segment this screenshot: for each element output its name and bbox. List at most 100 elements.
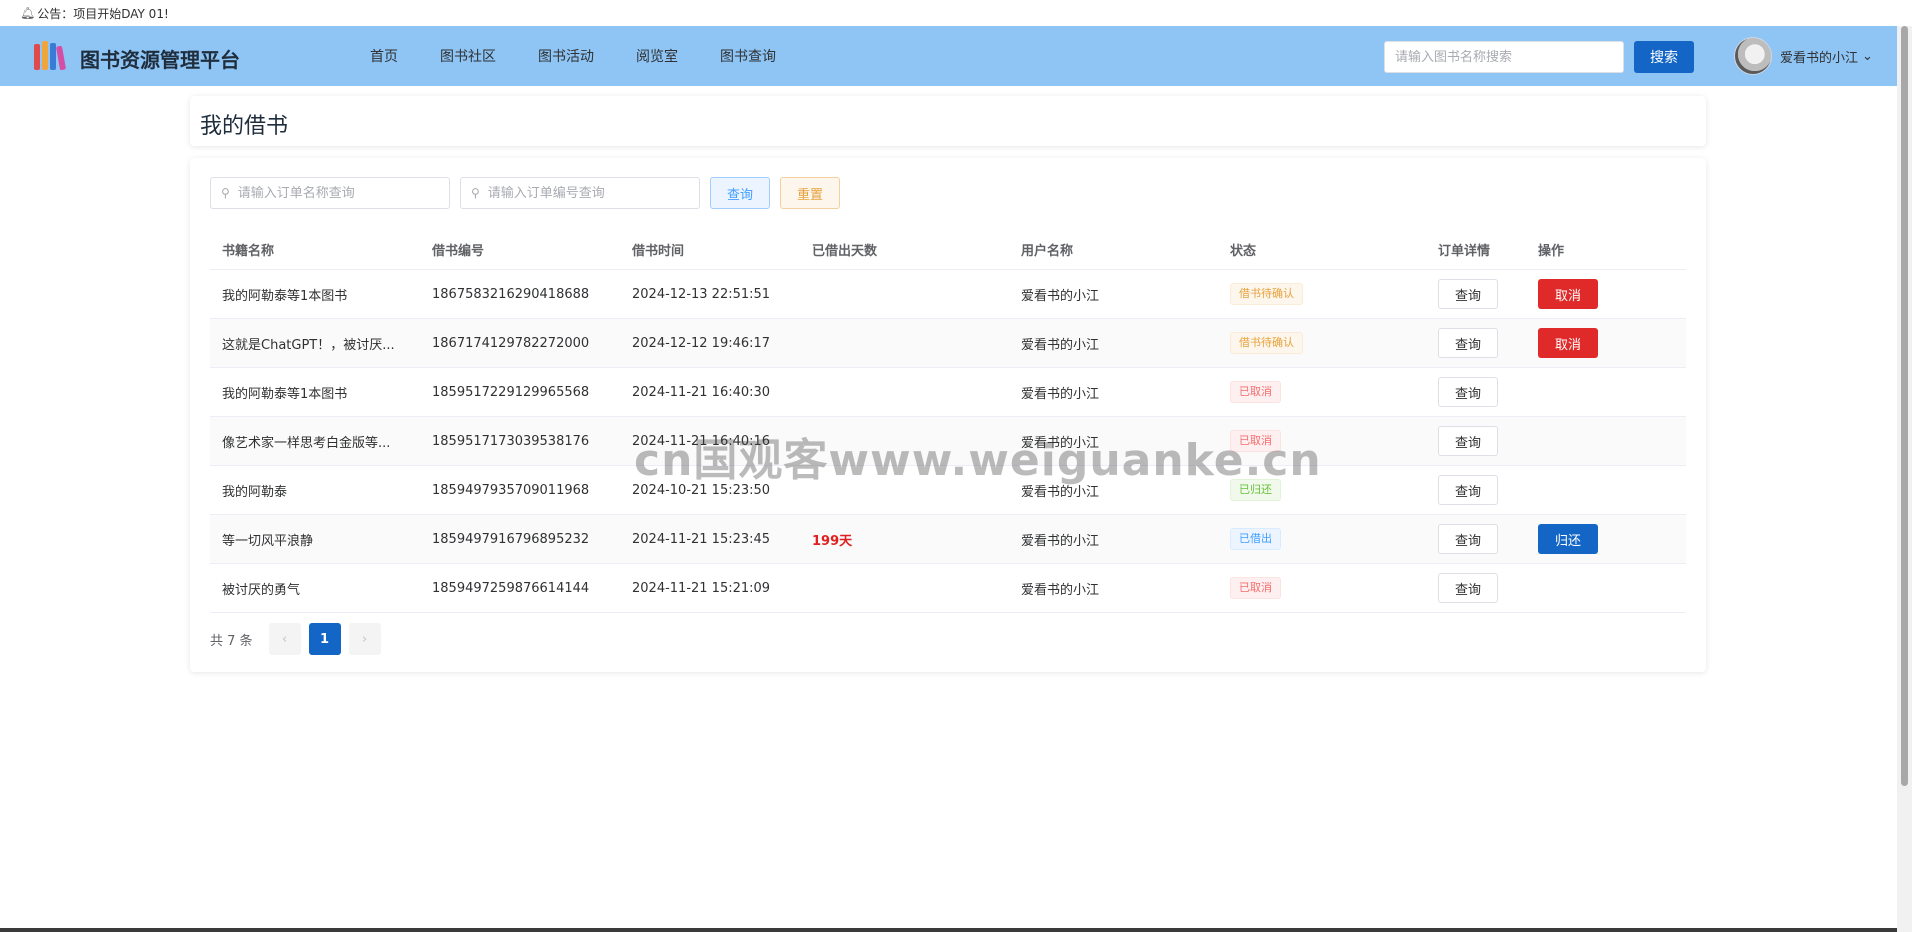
col-book-name: 书籍名称 [222, 244, 275, 259]
cell-borrow-number: 1859517229129965568 [432, 384, 590, 400]
orders-table: 书籍名称 借书编号 借书时间 已借出天数 用户名称 状态 订单详情 操作 我的阿… [210, 230, 1686, 613]
nav-reading-room[interactable]: 阅览室 [636, 46, 678, 66]
cell-borrow-time: 2024-11-21 16:40:16 [632, 433, 771, 449]
status-badge: 已取消 [1230, 577, 1281, 599]
chevron-down-icon: ⌄ [1862, 49, 1873, 64]
nav-community[interactable]: 图书社区 [440, 46, 496, 66]
cell-user: 爱看书的小江 [1021, 337, 1100, 353]
page-title: 我的借书 [200, 114, 289, 139]
cell-details: 查询 [1426, 377, 1526, 407]
user-name-label: 爱看书的小江 [1780, 51, 1859, 66]
nav-activities[interactable]: 图书活动 [538, 46, 594, 66]
notice-bar: 🔔︎ 公告：项目开始DAY 01! [0, 0, 1912, 26]
detail-button[interactable]: 查询 [1438, 573, 1498, 603]
status-badge: 借书待确认 [1230, 283, 1303, 305]
cell-borrow-number: 1859497916796895232 [432, 531, 590, 547]
main-nav: 首页 图书社区 图书活动 阅览室 图书查询 [370, 26, 818, 86]
table-row: 像艺术家一样思考白金版等... 1859517173039538176 2024-1… [210, 417, 1686, 466]
prev-page-button[interactable]: ‹ [268, 623, 301, 655]
status-badge: 借书待确认 [1230, 332, 1303, 354]
cell-status: 已归还 [1218, 479, 1426, 501]
order-name-filter[interactable]: ⚲ [210, 177, 450, 209]
search-button[interactable]: 搜索 [1634, 41, 1694, 73]
nav-home[interactable]: 首页 [370, 46, 398, 66]
cell-details: 查询 [1426, 524, 1526, 554]
brand-title: 图书资源管理平台 [80, 48, 240, 72]
reset-button[interactable]: 重置 [780, 177, 840, 209]
table-row: 这就是ChatGPT！，被讨厌... 1867174129782272000 202… [210, 319, 1686, 368]
cell-book-name: 被讨厌的勇气 [222, 582, 301, 598]
cell-book-name: 我的阿勒泰等1本图书 [222, 386, 348, 402]
title-card: 我的借书 [190, 96, 1706, 146]
order-number-input[interactable] [487, 185, 678, 201]
cancel-button[interactable]: 取消 [1538, 328, 1598, 358]
cell-borrow-number: 1859517173039538176 [432, 433, 590, 449]
status-badge: 已归还 [1230, 479, 1281, 501]
table-body: 我的阿勒泰等1本图书 1867583216290418688 2024-12-13 … [210, 270, 1686, 613]
scrollbar-thumb[interactable] [1901, 26, 1908, 786]
next-page-button[interactable]: › [348, 623, 381, 655]
cell-status: 已取消 [1218, 381, 1426, 403]
cell-book-name: 这就是ChatGPT！，被讨厌... [222, 337, 395, 353]
col-borrow-number: 借书编号 [432, 244, 485, 259]
cell-user: 爱看书的小江 [1021, 484, 1100, 500]
cell-actions: 取消 [1526, 328, 1686, 358]
pagination: 共 7 条 ‹ 1 › [210, 623, 389, 655]
col-status: 状态 [1230, 244, 1257, 259]
cell-user: 爱看书的小江 [1021, 435, 1100, 451]
cell-book-name: 我的阿勒泰 [222, 484, 288, 500]
cancel-button[interactable]: 取消 [1538, 279, 1598, 309]
cell-details: 查询 [1426, 328, 1526, 358]
cell-status: 已取消 [1218, 430, 1426, 452]
table-row: 等一切风平浪静 1859497916796895232 2024-11-21 15:… [210, 515, 1686, 564]
detail-button[interactable]: 查询 [1438, 328, 1498, 358]
return-button[interactable]: 归还 [1538, 524, 1598, 554]
col-borrow-time: 借书时间 [632, 244, 685, 259]
cell-actions: 取消 [1526, 279, 1686, 309]
cell-days: 199天 [812, 533, 853, 549]
query-button[interactable]: 查询 [710, 177, 770, 209]
detail-button[interactable]: 查询 [1438, 377, 1498, 407]
cell-borrow-time: 2024-11-21 15:23:45 [632, 531, 771, 547]
cell-user: 爱看书的小江 [1021, 288, 1100, 304]
order-number-filter[interactable]: ⚲ [460, 177, 700, 209]
cell-details: 查询 [1426, 573, 1526, 603]
cell-status: 已借出 [1218, 528, 1426, 550]
detail-button[interactable]: 查询 [1438, 524, 1498, 554]
order-name-input[interactable] [237, 185, 428, 201]
top-header: 图书资源管理平台 首页 图书社区 图书活动 阅览室 图书查询 搜索 爱看书的小江… [0, 26, 1897, 86]
avatar[interactable] [1734, 37, 1772, 75]
col-user: 用户名称 [1021, 244, 1074, 259]
notice-text: 公告：项目开始DAY 01! [37, 6, 169, 21]
cell-details: 查询 [1426, 475, 1526, 505]
cell-status: 借书待确认 [1218, 283, 1426, 305]
status-badge: 已取消 [1230, 381, 1281, 403]
table-row: 被讨厌的勇气 1859497259876614144 2024-11-21 15:2… [210, 564, 1686, 613]
status-badge: 已取消 [1230, 430, 1281, 452]
col-actions: 操作 [1538, 244, 1565, 259]
cell-actions: 归还 [1526, 524, 1686, 554]
page-number-current[interactable]: 1 [308, 623, 341, 655]
detail-button[interactable]: 查询 [1438, 426, 1498, 456]
cell-borrow-time: 2024-11-21 15:21:09 [632, 580, 771, 596]
cell-borrow-number: 1859497259876614144 [432, 580, 590, 596]
table-row: 我的阿勒泰等1本图书 1859517229129965568 2024-11-21 … [210, 368, 1686, 417]
search-icon: ⚲ [221, 186, 230, 200]
books-logo-icon [34, 41, 66, 71]
cell-borrow-time: 2024-12-13 22:51:51 [632, 286, 771, 302]
bottom-border [0, 928, 1897, 932]
orders-card: ⚲ ⚲ 查询 重置 书籍名称 借书编号 借书时间 已借出天数 用户名称 状态 订… [190, 158, 1706, 672]
cell-details: 查询 [1426, 279, 1526, 309]
cell-user: 爱看书的小江 [1021, 386, 1100, 402]
cell-user: 爱看书的小江 [1021, 582, 1100, 598]
nav-book-search[interactable]: 图书查询 [720, 46, 776, 66]
detail-button[interactable]: 查询 [1438, 279, 1498, 309]
cell-details: 查询 [1426, 426, 1526, 456]
table-header: 书籍名称 借书编号 借书时间 已借出天数 用户名称 状态 订单详情 操作 [210, 230, 1686, 270]
search-icon: ⚲ [471, 186, 480, 200]
detail-button[interactable]: 查询 [1438, 475, 1498, 505]
book-search-input[interactable] [1384, 41, 1624, 73]
user-menu[interactable]: 爱看书的小江 ⌄ [1780, 47, 1873, 66]
bell-icon: 🔔︎ [20, 6, 36, 20]
page-scrollbar[interactable] [1897, 26, 1912, 932]
